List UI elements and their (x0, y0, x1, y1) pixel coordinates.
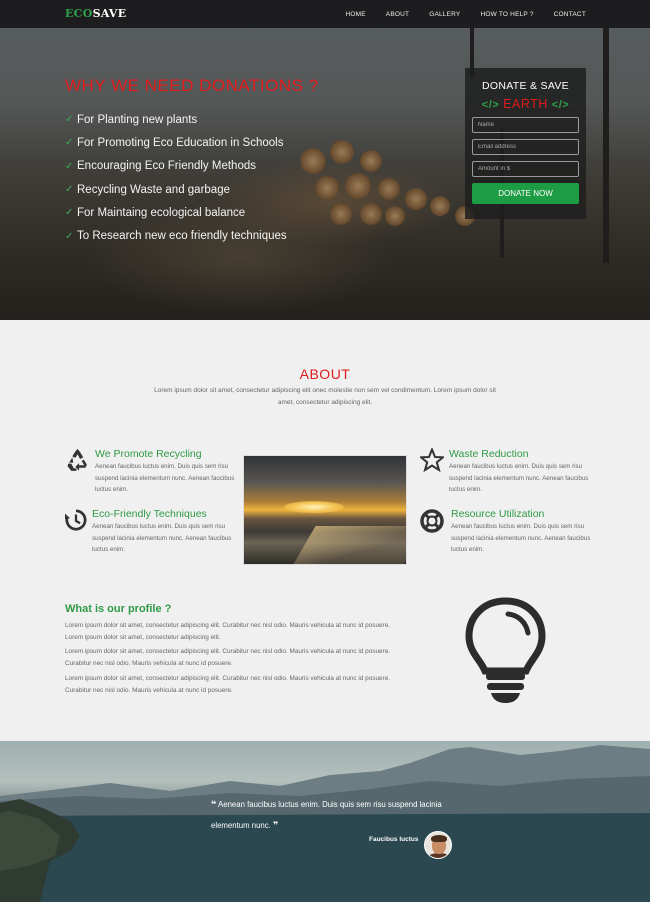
donate-now-button[interactable]: DONATE NOW (472, 183, 579, 204)
check-icon: ✓ (65, 184, 74, 196)
check-icon: ✓ (65, 207, 74, 219)
hero-log (330, 203, 352, 225)
reason-text: To Research new eco friendly techniques (77, 230, 287, 243)
nav-contact[interactable]: CONTACT (554, 11, 586, 18)
about-title: ABOUT (299, 366, 351, 382)
nav-gallery[interactable]: GALLERY (429, 11, 460, 18)
logo[interactable]: ECOSAVE (65, 7, 126, 20)
testimonial-author: Faucibus luctus (369, 836, 419, 843)
nav-home[interactable]: HOME (345, 11, 365, 18)
nav-links: HOME ABOUT GALLERY HOW TO HELP ? CONTACT (325, 0, 586, 28)
recycle-icon (67, 448, 87, 471)
check-icon: ✓ (65, 114, 74, 126)
hero-log (378, 178, 400, 200)
sun-glow (284, 501, 344, 513)
lightbulb-icon (465, 597, 546, 703)
reason-item: ✓ For Maintaing ecological balance (65, 201, 287, 224)
nav-how-to-help[interactable]: HOW TO HELP ? (480, 11, 533, 18)
hero-log (360, 203, 382, 225)
star-icon (420, 448, 444, 472)
reason-item: ✓ For Planting new plants (65, 108, 287, 131)
check-icon: ✓ (65, 137, 74, 149)
feature-title: Eco-Friendly Techniques (92, 508, 207, 520)
hero-log (345, 173, 371, 199)
reason-text: Recycling Waste and garbage (77, 183, 230, 196)
life-ring-icon (420, 509, 444, 533)
feature-title: Waste Reduction (449, 448, 529, 460)
hero-title: WHY WE NEED DONATIONS ? (65, 76, 319, 95)
about-text: Lorem ipsum dolor sit amet, consectetur … (154, 387, 496, 406)
feature-title: We Promote Recycling (95, 448, 202, 460)
amount-input[interactable] (472, 161, 579, 177)
check-icon: ✓ (65, 230, 74, 242)
reason-item: ✓ Encouraging Eco Friendly Methods (65, 155, 287, 178)
quote-close-icon: ❞ (272, 820, 279, 830)
donate-earth-line: </> EARTH </> (465, 97, 586, 111)
code-icon: </> (481, 99, 500, 111)
hero-log (330, 140, 354, 164)
about-sunset-image (243, 455, 407, 565)
reason-text: For Maintaing ecological balance (77, 206, 246, 219)
logo-eco: ECO (65, 7, 93, 20)
top-navbar: ECOSAVE HOME ABOUT GALLERY HOW TO HELP ?… (0, 0, 650, 28)
check-icon: ✓ (65, 160, 74, 172)
profile-paragraph: Lorem ipsum dolor sit amet, consectetur … (65, 648, 391, 667)
donate-form: DONATE & SAVE </> EARTH </> DONATE NOW (465, 68, 586, 219)
hero-log (385, 206, 405, 226)
reason-text: Encouraging Eco Friendly Methods (77, 160, 256, 173)
feature-text: Aenean faucibus luctus enim. Duis quis s… (92, 523, 232, 553)
profile-paragraph: Lorem ipsum dolor sit amet, consectetur … (65, 622, 391, 641)
testimonial-section: ❝ Aenean faucibus luctus enim. Duis quis… (0, 741, 650, 902)
quote-open-icon: ❝ (211, 799, 217, 809)
quote-text: Aenean faucibus luctus enim. Duis quis s… (211, 800, 442, 830)
reason-text: For Promoting Eco Education in Schools (77, 136, 284, 149)
hero-log (360, 150, 382, 172)
hero-log (405, 188, 427, 210)
reason-item: ✓ For Promoting Eco Education in Schools (65, 131, 287, 154)
hero-tree-trunk (603, 28, 609, 263)
feature-text: Aenean faucibus luctus enim. Duis quis s… (449, 463, 589, 493)
hero-section: WHY WE NEED DONATIONS ? ✓ For Planting ne… (0, 28, 650, 320)
history-icon (65, 509, 87, 531)
reason-text: For Planting new plants (77, 113, 198, 126)
avatar (424, 831, 452, 859)
logo-save: SAVE (92, 7, 127, 20)
testimonial-quote: ❝ Aenean faucibus luctus enim. Duis quis… (211, 794, 456, 836)
profile-title: What is our profile ? (65, 603, 172, 615)
beach-shore (292, 526, 406, 564)
reasons-list: ✓ For Planting new plants ✓ For Promoting … (65, 108, 287, 248)
hero-log (300, 148, 326, 174)
nav-about[interactable]: ABOUT (386, 11, 409, 18)
reason-item: ✓ To Research new eco friendly techniques (65, 224, 287, 247)
profile-paragraph: Lorem ipsum dolor sit amet, consectetur … (65, 675, 391, 694)
feature-text: Aenean faucibus luctus enim. Duis quis s… (95, 463, 235, 493)
name-input[interactable] (472, 117, 579, 133)
hero-log (430, 196, 450, 216)
reason-item: ✓ Recycling Waste and garbage (65, 178, 287, 201)
hero-log (315, 176, 339, 200)
email-input[interactable] (472, 139, 579, 155)
earth-label: EARTH (503, 97, 548, 111)
feature-title: Resource Utilization (451, 508, 545, 520)
feature-text: Aenean faucibus luctus enim. Duis quis s… (451, 523, 591, 553)
code-icon: </> (551, 99, 570, 111)
donate-heading: DONATE & SAVE (482, 80, 569, 92)
